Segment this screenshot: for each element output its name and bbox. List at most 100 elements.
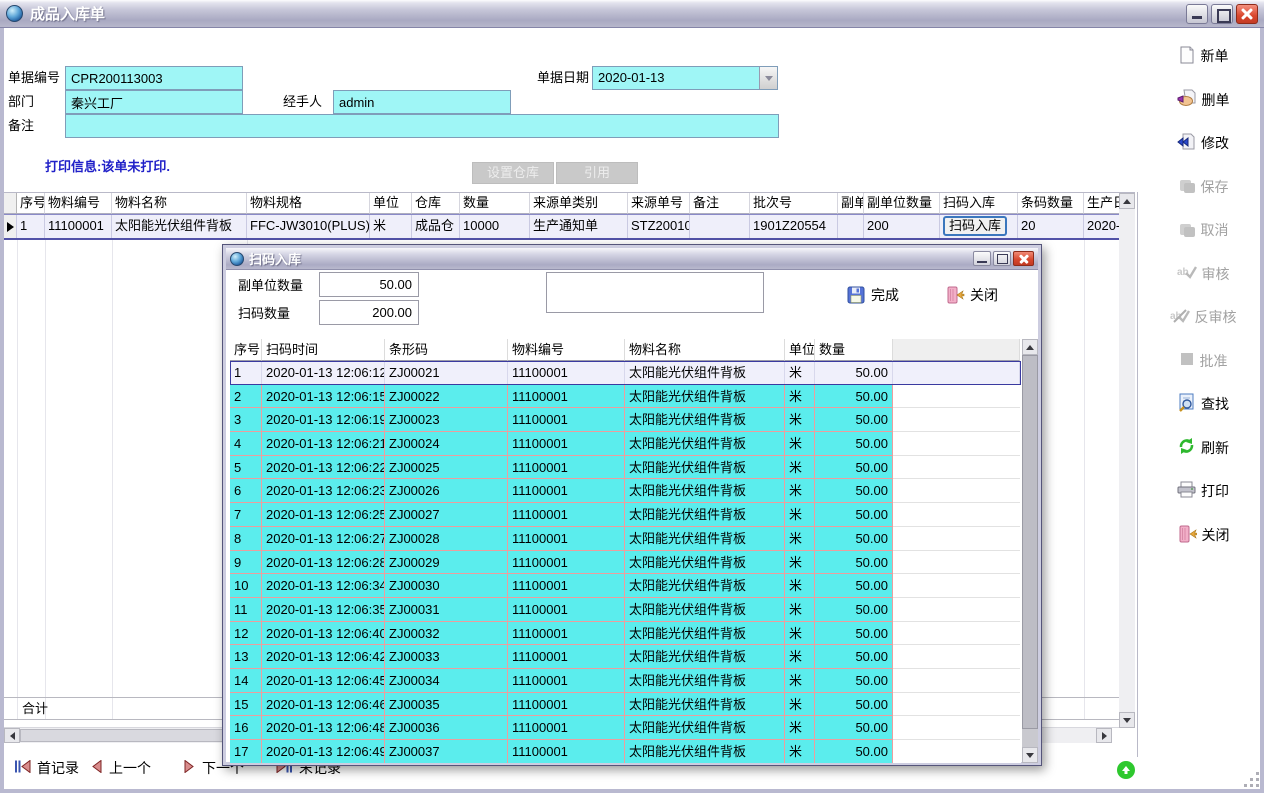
scan-table-column-header[interactable]: 条形码 <box>385 339 508 361</box>
scroll-left-icon[interactable] <box>4 728 20 743</box>
scan-table-row[interactable]: 52020-01-13 12:06:22ZJ0002511100001太阳能光伏… <box>230 456 1021 480</box>
main-grid-column-header[interactable]: 物料编号 <box>45 193 112 214</box>
main-grid-cell[interactable]: 2020-01 <box>1084 215 1119 238</box>
scan-table-column-header[interactable]: 物料编号 <box>508 339 625 361</box>
scan-table-cell: ZJ00037 <box>385 740 508 763</box>
scroll-right-icon[interactable] <box>1096 728 1112 743</box>
scan-table-column-header[interactable]: 物料名称 <box>625 339 785 361</box>
main-grid-cell[interactable]: 10000 <box>460 215 530 238</box>
sidebar-button-close[interactable]: 关闭 <box>1146 523 1260 547</box>
scan-table-row[interactable]: 142020-01-13 12:06:45ZJ0003411100001太阳能光… <box>230 669 1021 693</box>
main-grid-column-header[interactable]: 物料规格 <box>247 193 370 214</box>
scan-table-row[interactable]: 42020-01-13 12:06:21ZJ0002411100001太阳能光伏… <box>230 432 1021 456</box>
scan-table-row[interactable]: 172020-01-13 12:06:49ZJ0003711100001太阳能光… <box>230 740 1021 763</box>
scan-table-row[interactable]: 82020-01-13 12:06:27ZJ0002811100001太阳能光伏… <box>230 527 1021 551</box>
sidebar-button-new[interactable]: 新单 <box>1146 44 1260 68</box>
dept-field[interactable] <box>65 90 243 114</box>
main-grid-column-header[interactable]: 批次号 <box>750 193 838 214</box>
main-grid-cell[interactable]: STZ2001060 <box>628 215 690 238</box>
dialog-maximize-button[interactable] <box>993 251 1011 266</box>
scan-table-row[interactable]: 122020-01-13 12:06:40ZJ0003211100001太阳能光… <box>230 622 1021 646</box>
main-grid-column-header[interactable]: 条码数量 <box>1018 193 1084 214</box>
scan-table-row[interactable]: 132020-01-13 12:06:42ZJ0003311100001太阳能光… <box>230 645 1021 669</box>
sidebar-button-find[interactable]: 查找 <box>1146 392 1260 416</box>
main-grid-cell[interactable]: 1901Z20554 <box>750 215 838 238</box>
scan-table-row[interactable]: 102020-01-13 12:06:34ZJ0003011100001太阳能光… <box>230 574 1021 598</box>
scan-table-column-header[interactable]: 数量 <box>815 339 893 361</box>
handler-field[interactable] <box>333 90 511 114</box>
main-grid-column-header[interactable]: 生产日期 <box>1084 193 1119 214</box>
scan-table-column-header[interactable]: 单位 <box>785 339 815 361</box>
main-grid-cell[interactable]: 成品仓 <box>412 215 460 238</box>
scan-table-row[interactable]: 162020-01-13 12:06:48ZJ0003611100001太阳能光… <box>230 716 1021 740</box>
scan-in-cell[interactable]: 扫码入库 <box>940 215 1018 238</box>
main-grid-column-header[interactable]: 序号 <box>17 193 45 214</box>
scan-table-row[interactable]: 112020-01-13 12:06:35ZJ0003111100001太阳能光… <box>230 598 1021 622</box>
sidebar-button-refresh[interactable]: 刷新 <box>1146 436 1260 460</box>
scan-table-row[interactable]: 152020-01-13 12:06:46ZJ0003511100001太阳能光… <box>230 693 1021 717</box>
close-button[interactable] <box>1236 4 1258 24</box>
main-grid-cell[interactable]: 太阳能光伏组件背板 <box>112 215 247 238</box>
main-grid-column-header[interactable]: 单位 <box>370 193 412 214</box>
maximize-button[interactable] <box>1211 4 1233 24</box>
scan-table-column-header[interactable]: 序号 <box>230 339 262 361</box>
main-grid-vscrollbar[interactable] <box>1119 193 1135 728</box>
scroll-down-icon[interactable] <box>1119 712 1135 728</box>
main-grid-cell[interactable]: 生产通知单 <box>530 215 628 238</box>
main-grid-column-header[interactable]: 副单位数量 <box>864 193 940 214</box>
doc-date-combobox[interactable]: 2020-01-13 <box>592 66 778 90</box>
dialog-scroll-up-icon[interactable] <box>1022 339 1038 355</box>
main-grid-cell[interactable]: 米 <box>370 215 412 238</box>
main-grid-cell[interactable]: 20 <box>1018 215 1084 238</box>
main-grid-column-header[interactable]: 备注 <box>690 193 750 214</box>
resize-grip-icon[interactable] <box>1244 772 1260 788</box>
dialog-minimize-button[interactable] <box>973 251 991 266</box>
scroll-up-icon[interactable] <box>1119 193 1135 209</box>
scan-table-row[interactable]: 12020-01-13 12:06:12ZJ0002111100001太阳能光伏… <box>230 361 1021 385</box>
print-icon <box>1177 481 1196 501</box>
scan-table-row[interactable]: 62020-01-13 12:06:23ZJ0002611100001太阳能光伏… <box>230 479 1021 503</box>
dialog-scroll-thumb[interactable] <box>1022 355 1038 729</box>
quote-button[interactable]: 引用 <box>556 162 638 184</box>
scan-table-row[interactable]: 72020-01-13 12:06:25ZJ0002711100001太阳能光伏… <box>230 503 1021 527</box>
scan-table-row[interactable]: 92020-01-13 12:06:28ZJ0002911100001太阳能光伏… <box>230 551 1021 575</box>
doc-no-field[interactable] <box>65 66 243 90</box>
main-grid-row[interactable]: 111100001太阳能光伏组件背板FFC-JW3010(PLUS)米成品仓10… <box>4 214 1119 240</box>
sidebar-button-save: 保存 <box>1146 175 1260 199</box>
barcode-scan-input[interactable] <box>546 272 764 313</box>
remark-field[interactable] <box>65 114 779 138</box>
dialog-scroll-down-icon[interactable] <box>1022 747 1038 763</box>
main-grid-column-header[interactable]: 副单位 <box>838 193 864 214</box>
main-grid-cell[interactable]: FFC-JW3010(PLUS) <box>247 215 370 238</box>
main-grid-cell[interactable]: 200 <box>864 215 940 238</box>
main-grid-cell[interactable] <box>838 215 864 238</box>
doc-date-dropdown-icon[interactable] <box>759 67 777 89</box>
dialog-close-button[interactable] <box>1013 251 1034 266</box>
scan-table-scrollbar[interactable] <box>1022 339 1038 763</box>
scan-table-row[interactable]: 22020-01-13 12:06:15ZJ0002211100001太阳能光伏… <box>230 385 1021 409</box>
scan-table-row[interactable]: 32020-01-13 12:06:19ZJ0002311100001太阳能光伏… <box>230 408 1021 432</box>
nav-prev-button[interactable]: 上一个 <box>90 758 151 778</box>
main-grid-cell[interactable] <box>690 215 750 238</box>
set-warehouse-button[interactable]: 设置仓库 <box>472 162 554 184</box>
scan-in-button[interactable]: 扫码入库 <box>943 216 1007 236</box>
minimize-button[interactable] <box>1186 4 1208 24</box>
main-grid-column-header[interactable]: 数量 <box>460 193 530 214</box>
main-grid-column-header[interactable]: 扫码入库 <box>940 193 1018 214</box>
finish-button[interactable]: 完成 <box>847 285 899 305</box>
main-grid-column-header[interactable]: 物料名称 <box>112 193 247 214</box>
main-grid-column-header[interactable]: 来源单号 <box>628 193 690 214</box>
scan-qty-field[interactable] <box>319 300 419 325</box>
sidebar-button-print[interactable]: 打印 <box>1146 479 1260 503</box>
sub-qty-field[interactable] <box>319 272 419 297</box>
scan-table-column-header[interactable]: 扫码时间 <box>262 339 385 361</box>
scan-table-filler-cell <box>893 408 1020 432</box>
sidebar-button-delete[interactable]: 删单 <box>1146 88 1260 112</box>
nav-first-button[interactable]: 首记录 <box>14 758 79 778</box>
main-grid-column-header[interactable]: 仓库 <box>412 193 460 214</box>
main-grid-column-header[interactable]: 来源单类别 <box>530 193 628 214</box>
sidebar-button-modify[interactable]: 修改 <box>1146 131 1260 155</box>
main-grid-cell[interactable]: 1 <box>17 215 45 238</box>
dialog-close-action-button[interactable]: 关闭 <box>945 285 998 305</box>
main-grid-cell[interactable]: 11100001 <box>45 215 112 238</box>
